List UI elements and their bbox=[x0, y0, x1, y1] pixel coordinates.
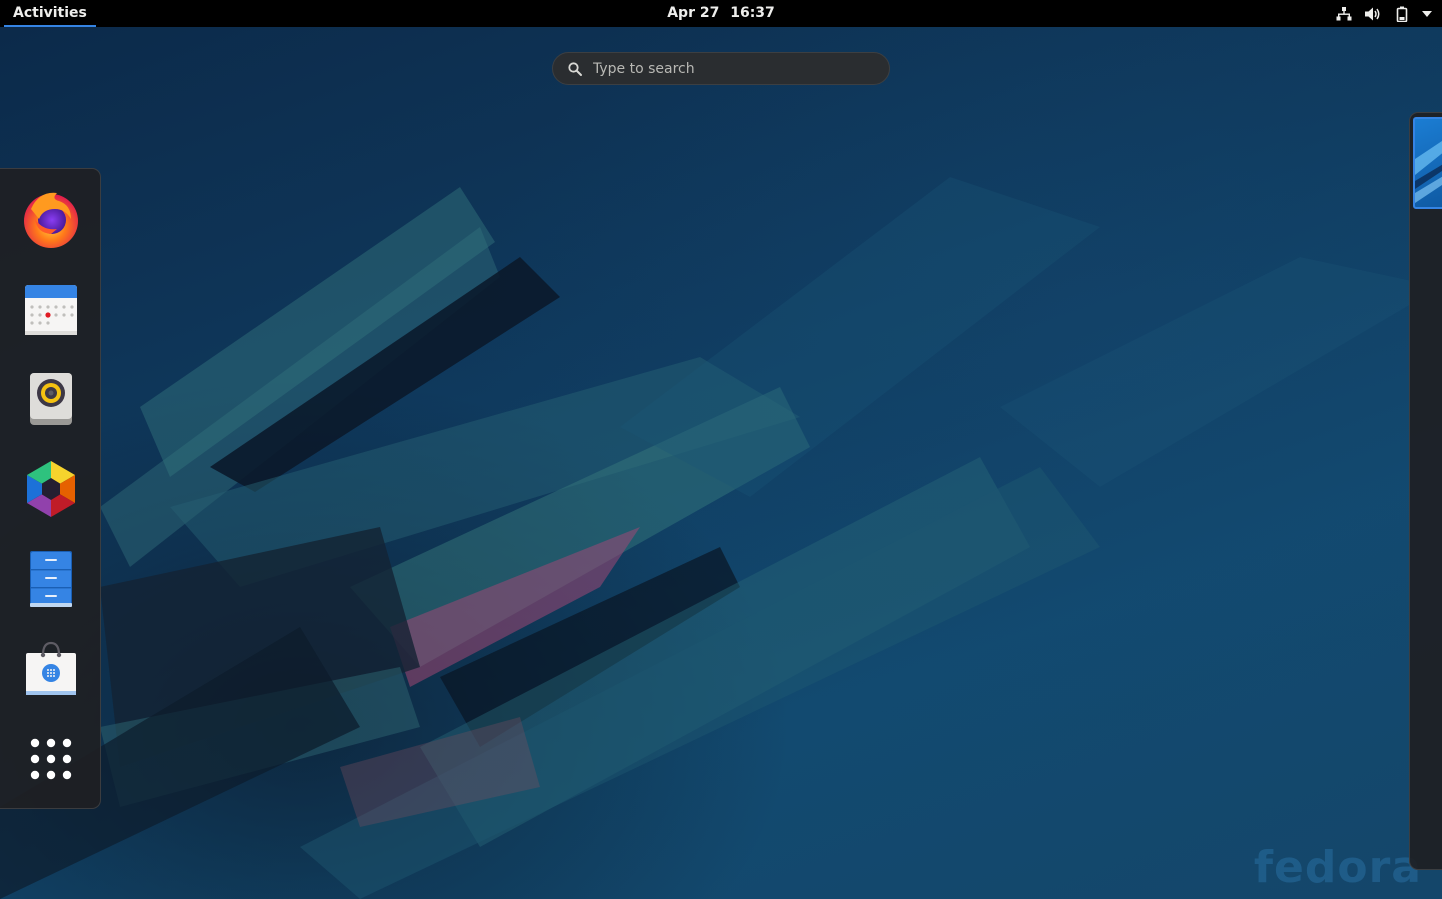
show-applications-button[interactable] bbox=[20, 728, 82, 790]
clock-button[interactable]: Apr 27 16:37 bbox=[664, 0, 778, 27]
activities-button[interactable]: Activities bbox=[3, 0, 97, 27]
desktop-overview: fedora Activities Apr 27 16:37 bbox=[0, 0, 1442, 899]
dash-app-files[interactable] bbox=[20, 548, 82, 610]
search-input[interactable] bbox=[593, 53, 873, 84]
activities-indicator bbox=[4, 25, 96, 27]
wallpaper-art bbox=[0, 177, 1440, 899]
dash-app-photos[interactable] bbox=[20, 458, 82, 520]
activities-label: Activities bbox=[13, 5, 87, 21]
app-grid-icon bbox=[30, 738, 72, 780]
system-status-area[interactable] bbox=[1335, 0, 1432, 27]
workspace-switcher bbox=[1409, 112, 1442, 870]
software-icon bbox=[26, 641, 76, 695]
workspace-thumbnail[interactable] bbox=[1413, 117, 1442, 209]
volume-icon bbox=[1365, 7, 1380, 20]
fedora-watermark: fedora bbox=[1253, 842, 1422, 893]
top-bar: Activities Apr 27 16:37 bbox=[0, 0, 1442, 27]
search-entry[interactable] bbox=[552, 52, 890, 85]
dash-app-firefox[interactable] bbox=[20, 188, 82, 250]
dash-app-rhythmbox[interactable] bbox=[20, 368, 82, 430]
network-wired-icon bbox=[1336, 6, 1352, 20]
files-icon bbox=[30, 551, 72, 607]
firefox-icon bbox=[24, 192, 78, 248]
system-menu-arrow-icon bbox=[1422, 10, 1432, 17]
battery-icon bbox=[1396, 6, 1408, 22]
rhythmbox-icon bbox=[30, 373, 72, 425]
wallpaper: fedora bbox=[0, 27, 1442, 899]
dash-app-calendar[interactable] bbox=[20, 278, 82, 340]
photos-icon bbox=[27, 461, 75, 517]
workspace-thumbnail-wallpaper bbox=[1415, 141, 1442, 203]
calendar-icon bbox=[25, 285, 77, 335]
clock-time: 16:37 bbox=[730, 5, 775, 21]
dash bbox=[0, 168, 101, 809]
dash-app-software[interactable] bbox=[20, 638, 82, 700]
clock-date: Apr 27 bbox=[667, 5, 720, 21]
search-icon bbox=[568, 62, 582, 76]
